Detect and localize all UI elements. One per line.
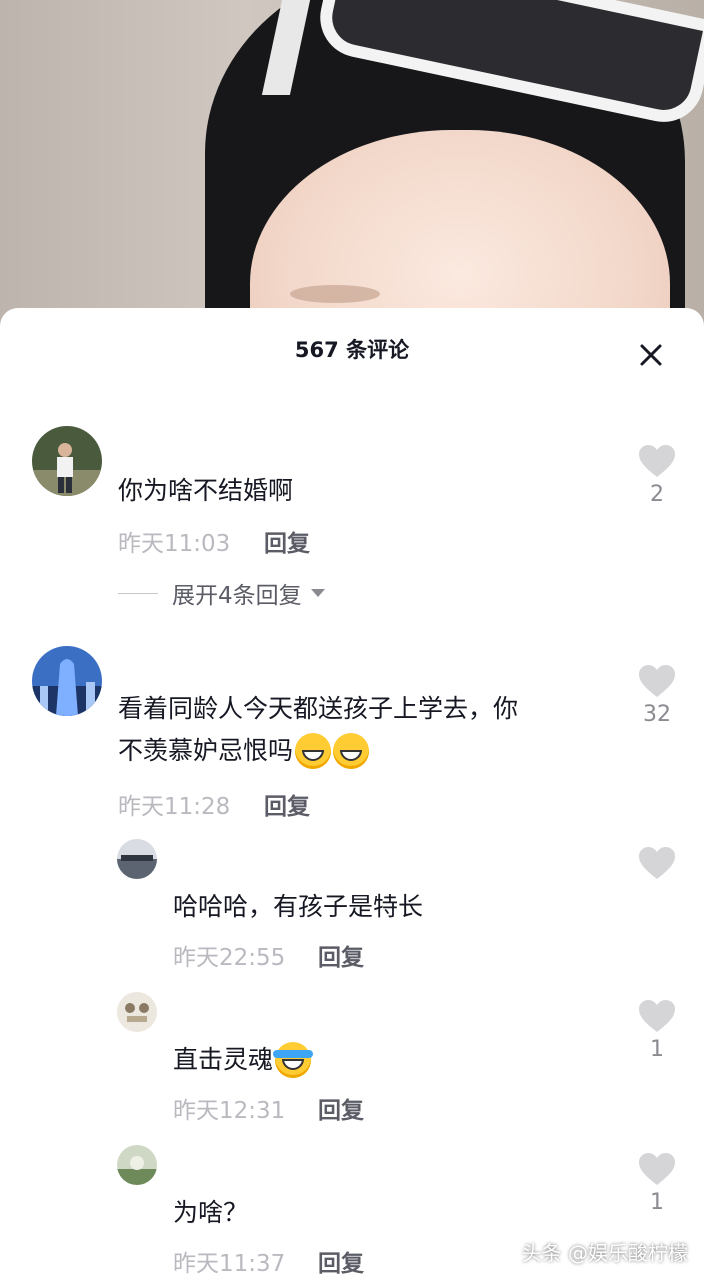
like-button[interactable]	[637, 444, 677, 478]
heart-icon	[639, 1000, 675, 1032]
grin-emoji-icon	[295, 733, 332, 769]
reply-text-segment: 直击灵魂	[173, 1045, 274, 1074]
grin-emoji-icon	[333, 733, 370, 769]
like-button[interactable]	[637, 999, 677, 1033]
comments-sheet: 567 条评论 你为啥不结婚啊 昨天11:03 回复 2 展开4条回复 看着同龄…	[0, 308, 704, 1280]
comment-count-title: 567 条评论	[294, 338, 410, 362]
comment-text-segment: 不羡慕妒忌恨吗	[118, 736, 294, 765]
heart-icon	[639, 1153, 675, 1185]
close-icon[interactable]	[634, 338, 668, 372]
chevron-down-icon	[310, 589, 325, 597]
avatar[interactable]	[117, 1145, 157, 1185]
like-button[interactable]	[637, 1152, 677, 1186]
like-button[interactable]	[637, 846, 677, 880]
like-count: 1	[650, 1037, 664, 1062]
reply-time: 昨天22:55	[173, 945, 286, 971]
avatar[interactable]	[117, 992, 157, 1032]
reply-button[interactable]: 回复	[264, 524, 310, 558]
divider-line	[118, 592, 158, 594]
expand-replies-button[interactable]: 展开4条回复	[118, 576, 326, 610]
like-count: 1	[650, 1190, 664, 1215]
comment-time: 昨天11:03	[118, 531, 231, 557]
like-count: 2	[650, 482, 664, 507]
reply-button[interactable]: 回复	[318, 938, 364, 972]
reply-button[interactable]: 回复	[318, 1244, 364, 1278]
comment-time: 昨天11:28	[118, 794, 231, 820]
reply-button[interactable]: 回复	[264, 787, 310, 821]
video-background	[0, 0, 704, 330]
reply-text: 哈哈哈，有孩子是特长	[173, 892, 424, 921]
reply-time: 昨天11:37	[173, 1251, 286, 1277]
avatar[interactable]	[32, 646, 102, 716]
heart-icon	[639, 665, 675, 697]
reply-time: 昨天12:31	[173, 1098, 286, 1124]
like-button[interactable]	[637, 664, 677, 698]
watermark: 头条 @娱乐酸柠檬	[521, 1241, 688, 1265]
expand-replies-label: 展开4条回复	[172, 583, 302, 609]
eyebrow-image	[290, 285, 380, 303]
avatar[interactable]	[117, 839, 157, 879]
reply-text: 直击灵魂	[173, 1039, 314, 1081]
avatar[interactable]	[32, 426, 102, 496]
heart-icon	[639, 445, 675, 477]
comment-text-line: 看着同龄人今天都送孩子上学去，你	[118, 694, 519, 723]
comment-text: 你为啥不结婚啊	[118, 476, 294, 505]
reply-text: 为啥？	[173, 1198, 249, 1227]
comment-text: 看着同龄人今天都送孩子上学去，你 不羡慕妒忌恨吗	[118, 688, 598, 772]
tears-of-joy-emoji-icon	[273, 1042, 314, 1078]
heart-icon	[639, 847, 675, 879]
like-count: 32	[643, 702, 671, 727]
comment-text-line: 不羡慕妒忌恨吗	[118, 730, 598, 772]
reply-button[interactable]: 回复	[318, 1091, 364, 1125]
